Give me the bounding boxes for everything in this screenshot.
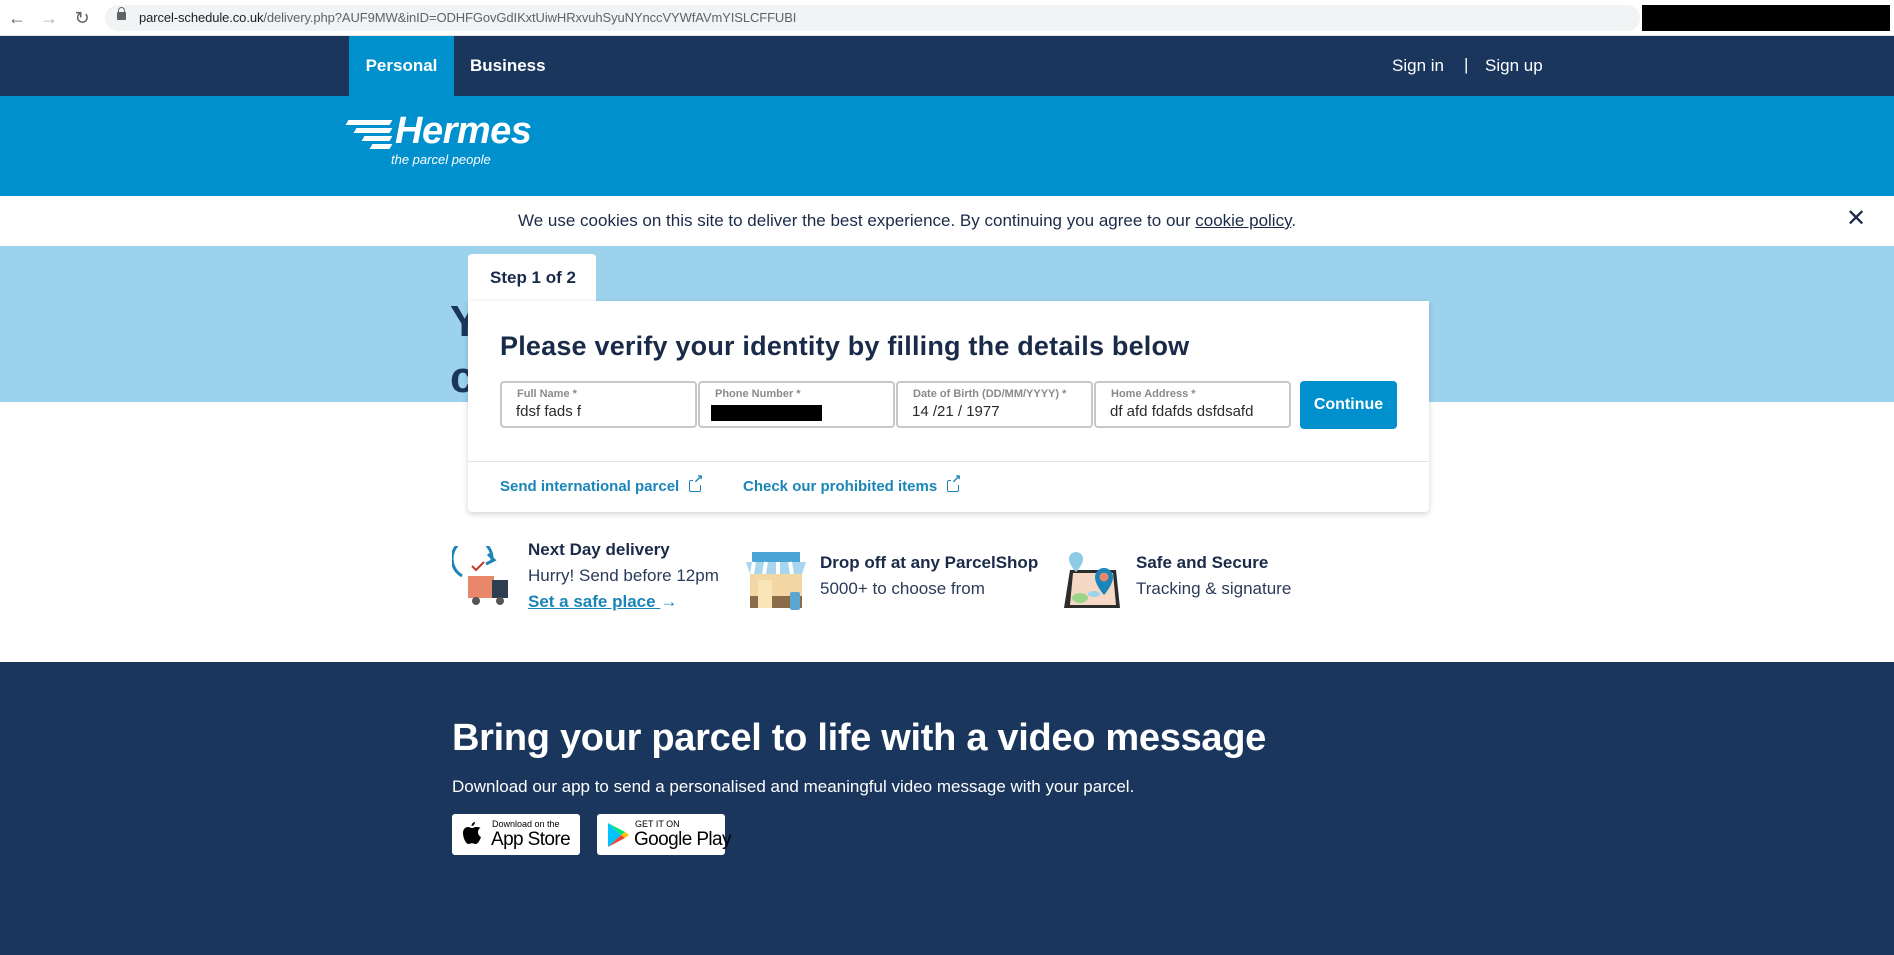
app-promo-section: Bring your parcel to life with a video m…	[0, 662, 1894, 955]
phone-number-field[interactable]: Phone Number *	[698, 381, 895, 428]
card-divider	[468, 461, 1429, 462]
link-label: Send international parcel	[500, 478, 680, 495]
app-store-small-text: Download on the	[492, 819, 560, 829]
logo-wing-icon	[353, 128, 393, 133]
logo-wing-icon	[361, 136, 393, 141]
feature-subtitle: Hurry! Send before 12pm	[528, 566, 719, 585]
url-text[interactable]: parcel-schedule.co.uk/delivery.php?AUF9M…	[139, 10, 796, 25]
feature-next-day: Next Day delivery Hurry! Send before 12p…	[452, 540, 742, 620]
feature-parcelshop: Drop off at any ParcelShop 5000+ to choo…	[744, 540, 1054, 620]
feature-safe-secure: Safe and Secure Tracking & signature	[1060, 540, 1340, 620]
feature-title: Safe and Secure	[1136, 553, 1269, 572]
nav-separator: |	[1464, 55, 1469, 74]
sign-in-link[interactable]: Sign in	[1392, 36, 1444, 96]
browser-toolbar: ← → ↻ parcel-schedule.co.uk/delivery.php…	[0, 0, 1894, 36]
google-play-button[interactable]: GET IT ON Google Play	[597, 814, 732, 855]
cookie-banner: We use cookies on this site to deliver t…	[0, 196, 1894, 246]
reload-icon[interactable]: ↻	[71, 7, 93, 29]
full-name-label: Full Name *	[517, 388, 577, 400]
feature-subtitle: 5000+ to choose from	[820, 579, 985, 598]
back-arrow-icon[interactable]: ←	[6, 7, 28, 29]
home-address-label: Home Address *	[1111, 388, 1196, 400]
forward-arrow-icon[interactable]: →	[38, 7, 60, 29]
date-of-birth-field[interactable]: Date of Birth (DD/MM/YYYY) * 14 /21 / 19…	[896, 381, 1093, 428]
feature-subtitle: Tracking & signature	[1136, 579, 1292, 598]
google-play-icon	[608, 823, 629, 847]
home-address-field[interactable]: Home Address * df afd fdafds dsfdsafd	[1094, 381, 1291, 428]
date-of-birth-value[interactable]: 14 /21 / 1977	[912, 403, 1084, 420]
link-label: Check our prohibited items	[743, 478, 938, 495]
app-store-big-text: App Store	[491, 829, 571, 850]
tab-personal[interactable]: Personal	[349, 36, 454, 96]
promo-title: Bring your parcel to life with a video m…	[452, 717, 1266, 759]
external-link-icon	[689, 473, 704, 492]
logo-wing-icon	[369, 144, 393, 149]
cookie-message: We use cookies on this site to deliver t…	[518, 211, 1296, 231]
url-path: /delivery.php?AUF9MW&inID=ODHFGovGdIKxtU…	[263, 10, 797, 25]
hermes-logo[interactable]: Hermes the parcel people	[345, 110, 537, 168]
app-store-button[interactable]: Download on the App Store	[452, 814, 580, 855]
continue-button[interactable]: Continue	[1300, 381, 1397, 429]
logo-tagline: the parcel people	[391, 152, 491, 167]
map-pin-icon	[1064, 552, 1120, 608]
cookie-period: .	[1291, 211, 1297, 230]
step-indicator: Step 1 of 2	[468, 254, 596, 302]
feature-title: Next Day delivery	[528, 540, 670, 559]
redacted-phone-value[interactable]	[711, 405, 822, 421]
external-link-icon	[947, 473, 962, 492]
google-play-big-text: Google Play	[634, 829, 732, 850]
full-name-field[interactable]: Full Name * fdsf fads f	[500, 381, 697, 428]
cookie-text: We use cookies on this site to deliver t…	[518, 211, 1196, 230]
set-safe-place-link[interactable]: Set a safe place →	[528, 592, 677, 612]
brand-banner: Hermes the parcel people	[0, 96, 1894, 196]
sign-up-link[interactable]: Sign up	[1485, 36, 1543, 96]
close-icon[interactable]: ✕	[1845, 207, 1867, 231]
link-label: Set a safe place	[528, 592, 656, 611]
home-address-value[interactable]: df afd fdafds dsfdsafd	[1110, 403, 1282, 420]
redacted-block	[1642, 5, 1890, 31]
google-play-small-text: GET IT ON	[635, 819, 680, 829]
phone-number-label: Phone Number *	[715, 388, 801, 400]
logo-wordmark: Hermes	[395, 110, 532, 152]
parcel-shop-icon	[746, 552, 806, 610]
logo-wing-icon	[345, 120, 393, 125]
url-domain: parcel-schedule.co.uk	[139, 10, 264, 25]
tab-business[interactable]: Business	[470, 36, 546, 96]
address-bar[interactable]: parcel-schedule.co.uk/delivery.php?AUF9M…	[105, 5, 1640, 31]
full-name-value[interactable]: fdsf fads f	[516, 403, 688, 420]
top-navigation: Personal Business Sign in | Sign up	[0, 36, 1894, 96]
verification-form-card: Please verify your identity by filling t…	[468, 301, 1429, 512]
delivery-van-icon	[452, 546, 508, 605]
apple-icon	[463, 822, 481, 844]
cookie-policy-link[interactable]: cookie policy	[1195, 211, 1291, 230]
arrow-right-icon: →	[660, 592, 678, 611]
date-of-birth-label: Date of Birth (DD/MM/YYYY) *	[913, 388, 1067, 400]
promo-subtitle: Download our app to send a personalised …	[452, 777, 1135, 796]
feature-title: Drop off at any ParcelShop	[820, 553, 1039, 572]
form-title: Please verify your identity by filling t…	[500, 331, 1190, 361]
prohibited-items-link[interactable]: Check our prohibited items	[743, 473, 962, 495]
lock-icon	[117, 7, 126, 20]
step-label: Step 1 of 2	[490, 268, 576, 287]
send-international-parcel-link[interactable]: Send international parcel	[500, 473, 704, 495]
